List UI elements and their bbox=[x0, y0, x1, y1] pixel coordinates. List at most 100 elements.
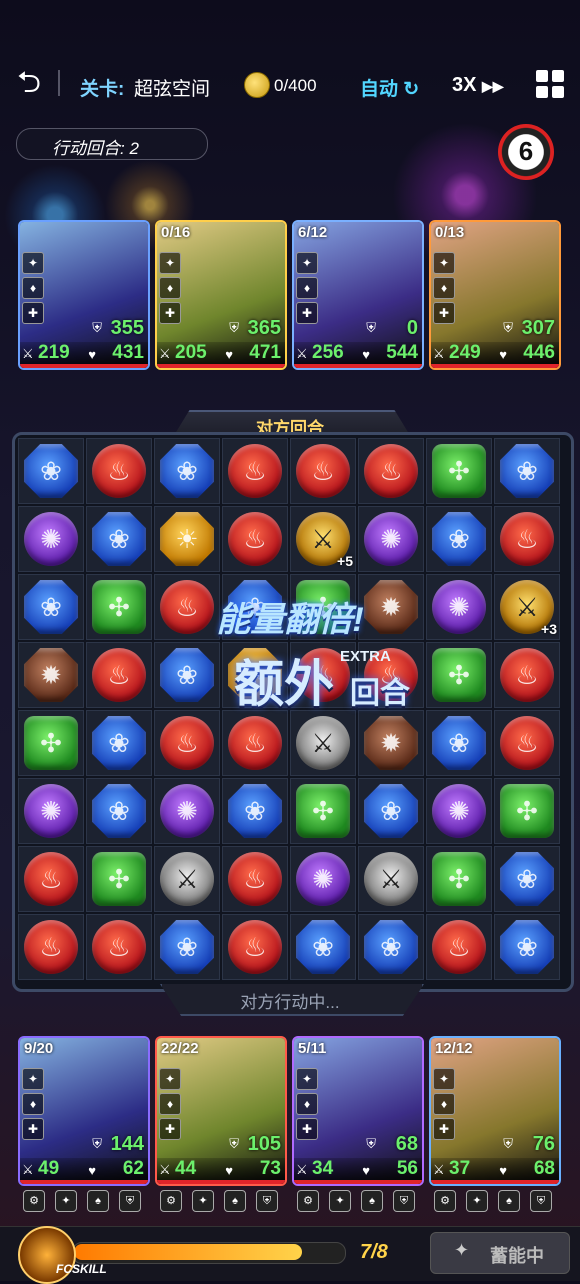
board-cell[interactable]: ❀ bbox=[222, 778, 288, 844]
skill-slot-icon[interactable]: ✦ bbox=[466, 1190, 488, 1212]
board-cell[interactable]: ♨ bbox=[222, 914, 288, 980]
board-cell[interactable]: ❀ bbox=[494, 914, 560, 980]
board-cell[interactable]: ♨ bbox=[290, 438, 356, 504]
board-cell[interactable]: ♨ bbox=[494, 642, 560, 708]
board-cell[interactable]: ❀ bbox=[154, 642, 220, 708]
red-gem-icon: ♨ bbox=[24, 920, 78, 974]
board-cell[interactable]: ♨ bbox=[18, 914, 84, 980]
board-cell[interactable]: ♨ bbox=[222, 710, 288, 776]
blue-gem-icon: ❀ bbox=[432, 512, 486, 566]
board-cell[interactable]: ♨ bbox=[154, 710, 220, 776]
board-cell[interactable]: ⚔ +5 bbox=[290, 506, 356, 572]
board-cell[interactable]: ❀ bbox=[86, 778, 152, 844]
board-cell[interactable]: ☀ bbox=[154, 506, 220, 572]
skill-slot-icon[interactable]: ⛨ bbox=[393, 1190, 415, 1212]
board-cell[interactable]: ⚔ +3 bbox=[494, 574, 560, 640]
blue-gem-icon: ❀ bbox=[92, 784, 146, 838]
red-gem-icon: ♨ bbox=[228, 444, 282, 498]
board-cell[interactable]: ✣ bbox=[426, 642, 492, 708]
board-cell[interactable]: ✣ bbox=[290, 778, 356, 844]
board-cell[interactable]: ♨ bbox=[426, 914, 492, 980]
board-cell[interactable]: ❀ bbox=[494, 846, 560, 912]
skill-slot-icon[interactable]: ⚙ bbox=[434, 1190, 456, 1212]
board-cell[interactable]: ✣ bbox=[426, 438, 492, 504]
skill-slot-icon[interactable]: ✦ bbox=[192, 1190, 214, 1212]
skill-slot-icon[interactable]: ✦ bbox=[329, 1190, 351, 1212]
board-cell[interactable]: ✺ bbox=[290, 846, 356, 912]
board-cell[interactable]: ♨ bbox=[222, 506, 288, 572]
hp-bar bbox=[431, 364, 559, 368]
board-cell[interactable]: ⚔ bbox=[154, 846, 220, 912]
board-cell[interactable]: ✺ bbox=[358, 506, 424, 572]
blue-gem-icon: ❀ bbox=[24, 444, 78, 498]
board-cell[interactable]: ♨ bbox=[494, 710, 560, 776]
board-cell[interactable]: ♨ bbox=[18, 846, 84, 912]
board-cell[interactable]: ❀ bbox=[18, 438, 84, 504]
hp-bar bbox=[20, 1180, 148, 1184]
board-cell[interactable]: ✺ bbox=[426, 778, 492, 844]
board-cell[interactable]: ⚔ bbox=[290, 710, 356, 776]
board-cell[interactable]: ♨ bbox=[222, 438, 288, 504]
purple-gem-icon: ✺ bbox=[432, 784, 486, 838]
board-cell[interactable]: ♨ bbox=[86, 914, 152, 980]
board-cell[interactable]: ✺ bbox=[18, 506, 84, 572]
board-cell[interactable]: ❀ bbox=[426, 506, 492, 572]
enemy-card[interactable]: 0/16 ✦ ♦ ✚ ⛨ 365 ⚔ 205 ♥ 471 bbox=[155, 220, 287, 370]
skill-slot-icon[interactable]: ⚙ bbox=[160, 1190, 182, 1212]
skill-slot-icon[interactable]: ✦ bbox=[55, 1190, 77, 1212]
board-cell[interactable]: ⚔ bbox=[358, 846, 424, 912]
board-cell[interactable]: ❀ bbox=[494, 438, 560, 504]
skill-slot-icon[interactable]: ⛨ bbox=[530, 1190, 552, 1212]
board-cell[interactable]: ♨ bbox=[86, 438, 152, 504]
board-cell[interactable]: ❀ bbox=[154, 914, 220, 980]
enemy-card[interactable]: 0/13 ✦ ♦ ✚ ⛨ 307 ⚔ 249 ♥ 446 bbox=[429, 220, 561, 370]
player-card[interactable]: 5/11 ✦ ♦ ✚ ⛨ 68 ⚔ 34 ♥ 56 bbox=[292, 1036, 424, 1186]
red-gem-icon: ♨ bbox=[432, 920, 486, 974]
attack-value: 44 bbox=[175, 1158, 197, 1179]
skill-slot-icon[interactable]: ♠ bbox=[224, 1190, 246, 1212]
board-cell[interactable]: ♨ bbox=[222, 846, 288, 912]
skill-slot-icon[interactable]: ⚙ bbox=[23, 1190, 45, 1212]
player-card[interactable]: 22/22 ✦ ♦ ✚ ⛨ 105 ⚔ 44 ♥ 73 bbox=[155, 1036, 287, 1186]
skill-slot-icon[interactable]: ⛨ bbox=[256, 1190, 278, 1212]
board-cell[interactable]: ✣ bbox=[86, 574, 152, 640]
board-cell[interactable]: ✹ bbox=[18, 642, 84, 708]
skill-slot-icon[interactable]: ♠ bbox=[361, 1190, 383, 1212]
board-cell[interactable]: ✺ bbox=[426, 574, 492, 640]
enemy-card[interactable]: 6/12 ✦ ♦ ✚ ⛨ 0 ⚔ 256 ♥ 544 bbox=[292, 220, 424, 370]
board-cell[interactable]: ✣ bbox=[86, 846, 152, 912]
grid-menu-icon[interactable] bbox=[536, 70, 564, 98]
board-cell[interactable]: ✣ bbox=[18, 710, 84, 776]
skill-charge-count: 0/16 bbox=[161, 224, 191, 241]
speed-button[interactable]: 3X ▶▶ bbox=[452, 74, 504, 97]
skill-slot-icon[interactable]: ⛨ bbox=[119, 1190, 141, 1212]
skill-slot-icon[interactable]: ♠ bbox=[498, 1190, 520, 1212]
board-cell[interactable]: ✣ bbox=[426, 846, 492, 912]
board-cell[interactable]: ❀ bbox=[18, 574, 84, 640]
skill-slot-icon[interactable]: ♠ bbox=[87, 1190, 109, 1212]
board-cell[interactable]: ❀ bbox=[86, 710, 152, 776]
player-card[interactable]: 9/20 ✦ ♦ ✚ ⛨ 144 ⚔ 49 ♥ 62 bbox=[18, 1036, 150, 1186]
gold-gem-icon: ☀ bbox=[160, 512, 214, 566]
board-cell[interactable]: ✹ bbox=[358, 710, 424, 776]
auto-button[interactable]: 自动 ↻ bbox=[360, 74, 419, 101]
board-cell[interactable]: ✣ bbox=[494, 778, 560, 844]
board-cell[interactable]: ♨ bbox=[86, 642, 152, 708]
enemy-card[interactable]: ✦ ♦ ✚ ⛨ 355 ⚔ 219 ♥ 431 bbox=[18, 220, 150, 370]
board-cell[interactable]: ✺ bbox=[154, 778, 220, 844]
board-cell[interactable]: ❀ bbox=[358, 914, 424, 980]
board-cell[interactable]: ❀ bbox=[154, 438, 220, 504]
board-cell[interactable]: ♨ bbox=[358, 438, 424, 504]
shield-icon: ⛨ bbox=[503, 1136, 513, 1151]
board-cell[interactable]: ✺ bbox=[18, 778, 84, 844]
red-gem-icon: ♨ bbox=[500, 648, 554, 702]
board-cell[interactable]: ❀ bbox=[358, 778, 424, 844]
trait-icons: ✦ ♦ ✚ bbox=[296, 1068, 318, 1143]
skill-slot-icon[interactable]: ⚙ bbox=[297, 1190, 319, 1212]
board-cell[interactable]: ❀ bbox=[290, 914, 356, 980]
back-arrow-icon[interactable]: ⮌ bbox=[12, 68, 46, 98]
board-cell[interactable]: ❀ bbox=[86, 506, 152, 572]
player-card[interactable]: 12/12 ✦ ♦ ✚ ⛨ 76 ⚔ 37 ♥ 68 bbox=[429, 1036, 561, 1186]
board-cell[interactable]: ♨ bbox=[494, 506, 560, 572]
board-cell[interactable]: ❀ bbox=[426, 710, 492, 776]
